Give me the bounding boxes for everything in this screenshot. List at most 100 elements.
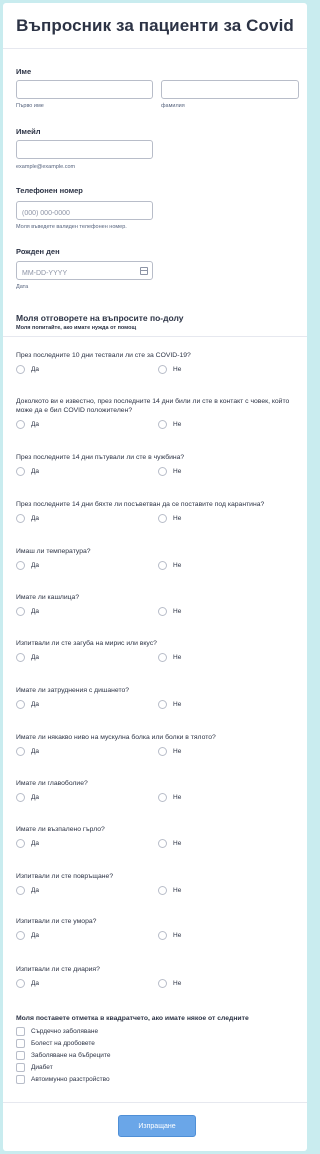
radio-button[interactable] bbox=[158, 700, 167, 709]
radio-button[interactable] bbox=[16, 653, 25, 662]
radio-button[interactable] bbox=[16, 931, 25, 940]
radio-button[interactable] bbox=[16, 420, 25, 429]
question-7-yes-option[interactable]: Да bbox=[16, 653, 39, 662]
question-8-yes-option[interactable]: Да bbox=[16, 700, 39, 709]
radio-button[interactable] bbox=[158, 514, 167, 523]
checkbox[interactable] bbox=[16, 1026, 25, 1036]
checkbox[interactable] bbox=[16, 1074, 25, 1084]
option-label: Да bbox=[31, 366, 40, 373]
radio-button[interactable] bbox=[16, 793, 25, 802]
radio-button[interactable] bbox=[16, 467, 25, 476]
question-2-no-option[interactable]: Не bbox=[158, 420, 181, 429]
radio-button[interactable] bbox=[158, 747, 167, 756]
calendar-icon[interactable] bbox=[140, 267, 148, 275]
radio-button[interactable] bbox=[158, 420, 167, 429]
option-label: Не bbox=[173, 794, 182, 801]
option-label: Да bbox=[31, 794, 40, 801]
condition-checkbox-row[interactable]: Заболяване на бъбреците bbox=[16, 1049, 110, 1061]
radio-button[interactable] bbox=[158, 607, 167, 616]
last-name-field[interactable] bbox=[161, 80, 299, 101]
option-label: Не bbox=[173, 654, 182, 661]
question-14-no-option[interactable]: Не bbox=[158, 979, 181, 988]
question-14-yes-option[interactable]: Да bbox=[16, 979, 39, 988]
option-label: Не bbox=[173, 515, 182, 522]
question-7-no-option[interactable]: Не bbox=[158, 653, 181, 662]
radio-button[interactable] bbox=[158, 467, 167, 476]
first-name-input[interactable] bbox=[17, 84, 152, 101]
radio-button[interactable] bbox=[16, 561, 25, 570]
phone-field[interactable] bbox=[16, 201, 153, 222]
question-12-no-option[interactable]: Не bbox=[158, 886, 181, 895]
radio-button[interactable] bbox=[16, 839, 25, 848]
question-12-yes-option[interactable]: Да bbox=[16, 886, 39, 895]
question-13-label: Изпитвали ли сте умора? bbox=[16, 918, 97, 925]
question-6-no-option[interactable]: Не bbox=[158, 607, 181, 616]
question-10-no-option[interactable]: Не bbox=[158, 793, 181, 802]
checkbox[interactable] bbox=[16, 1050, 25, 1060]
option-label: Да bbox=[31, 932, 40, 939]
phone-input[interactable] bbox=[17, 205, 152, 222]
question-1-no-option[interactable]: Не bbox=[158, 365, 181, 374]
condition-checkbox-row[interactable]: Автоимунно разстройство bbox=[16, 1073, 110, 1085]
question-13-yes-option[interactable]: Да bbox=[16, 931, 39, 940]
question-9-no-option[interactable]: Не bbox=[158, 747, 181, 756]
email-input[interactable] bbox=[17, 144, 152, 161]
question-6-label: Имате ли кашлица? bbox=[16, 594, 80, 601]
checkbox-label: Болест на дробовете bbox=[31, 1039, 95, 1047]
question-8-no-option[interactable]: Не bbox=[158, 700, 181, 709]
question-3-yes-option[interactable]: Да bbox=[16, 467, 39, 476]
radio-button[interactable] bbox=[158, 561, 167, 570]
email-label: Имейл bbox=[16, 127, 41, 136]
first-name-field[interactable] bbox=[16, 80, 153, 101]
checkbox[interactable] bbox=[16, 1038, 25, 1048]
form-header: Въпросник за пациенти за Covid bbox=[3, 3, 307, 49]
section-subtitle: Моля попитайте, ако имате нужда от помощ bbox=[16, 325, 137, 331]
last-name-input[interactable] bbox=[162, 84, 298, 101]
option-label: Да bbox=[31, 608, 40, 615]
condition-checkbox-row[interactable]: Болест на дробовете bbox=[16, 1037, 110, 1049]
question-1-yes-option[interactable]: Да bbox=[16, 365, 39, 374]
option-label: Не bbox=[173, 748, 182, 755]
question-9-yes-option[interactable]: Да bbox=[16, 747, 39, 756]
birthday-field[interactable] bbox=[16, 261, 153, 282]
question-6-yes-option[interactable]: Да bbox=[16, 607, 39, 616]
question-5-no-option[interactable]: Не bbox=[158, 561, 181, 570]
radio-button[interactable] bbox=[158, 931, 167, 940]
radio-button[interactable] bbox=[158, 793, 167, 802]
question-5-yes-option[interactable]: Да bbox=[16, 561, 39, 570]
radio-button[interactable] bbox=[158, 365, 167, 374]
question-3-no-option[interactable]: Не bbox=[158, 467, 181, 476]
question-3-label: През последните 14 дни пътували ли сте в… bbox=[16, 454, 185, 461]
question-13-no-option[interactable]: Не bbox=[158, 931, 181, 940]
radio-button[interactable] bbox=[158, 653, 167, 662]
question-10-yes-option[interactable]: Да bbox=[16, 793, 39, 802]
radio-button[interactable] bbox=[16, 747, 25, 756]
submit-button[interactable]: Изпращане bbox=[118, 1115, 196, 1137]
radio-button[interactable] bbox=[16, 607, 25, 616]
question-2-yes-option[interactable]: Да bbox=[16, 420, 39, 429]
question-12-label: Изпитвали ли сте повръщане? bbox=[16, 873, 114, 880]
radio-button[interactable] bbox=[16, 979, 25, 988]
option-label: Да bbox=[31, 562, 40, 569]
radio-button[interactable] bbox=[16, 700, 25, 709]
option-label: Да bbox=[31, 515, 40, 522]
question-4-yes-option[interactable]: Да bbox=[16, 514, 39, 523]
question-11-yes-option[interactable]: Да bbox=[16, 839, 39, 848]
birthday-input[interactable] bbox=[17, 265, 152, 282]
question-9-label: Имате ли някакво ниво на мускулна болка … bbox=[16, 734, 216, 741]
radio-button[interactable] bbox=[16, 365, 25, 374]
radio-button[interactable] bbox=[16, 514, 25, 523]
radio-button[interactable] bbox=[158, 979, 167, 988]
checkbox[interactable] bbox=[16, 1062, 25, 1072]
email-field[interactable] bbox=[16, 140, 153, 161]
option-label: Не bbox=[173, 980, 182, 987]
question-11-no-option[interactable]: Не bbox=[158, 839, 181, 848]
question-7-label: Изпитвали ли сте загуба на мирис или вку… bbox=[16, 640, 157, 647]
question-4-no-option[interactable]: Не bbox=[158, 514, 181, 523]
condition-checkbox-row[interactable]: Сърдечно заболяване bbox=[16, 1025, 110, 1037]
condition-checkbox-row[interactable]: Диабет bbox=[16, 1061, 110, 1073]
radio-button[interactable] bbox=[16, 886, 25, 895]
radio-button[interactable] bbox=[158, 886, 167, 895]
name-label: Име bbox=[16, 67, 32, 76]
radio-button[interactable] bbox=[158, 839, 167, 848]
